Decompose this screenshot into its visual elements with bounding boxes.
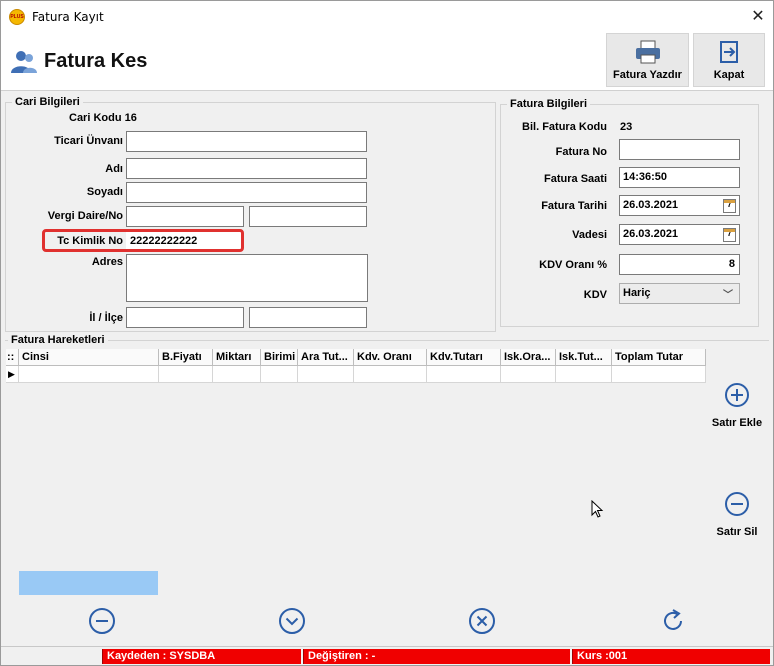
table-cell[interactable] bbox=[354, 366, 427, 383]
vergi-daire-input[interactable] bbox=[126, 206, 244, 227]
column-header[interactable]: Isk.Ora... bbox=[501, 349, 556, 366]
invoice-no-label: Fatura No bbox=[555, 146, 607, 158]
window-title: Fatura Kayıt bbox=[32, 10, 104, 24]
column-header[interactable]: Toplam Tutar bbox=[612, 349, 706, 366]
ticari-unvan-label: Ticari Ünvanı bbox=[54, 135, 123, 147]
adi-label: Adı bbox=[105, 163, 123, 175]
cancel-circle-icon[interactable] bbox=[468, 607, 496, 635]
table-cell[interactable] bbox=[427, 366, 501, 383]
invoice-time-input[interactable]: 14:36:50 bbox=[619, 167, 740, 188]
cari-code-value: 16 bbox=[124, 112, 137, 124]
title-bar: PLUS Fatura Kayıt ✕ bbox=[0, 0, 774, 31]
column-header[interactable]: Kdv. Oranı bbox=[354, 349, 427, 366]
adres-label: Adres bbox=[91, 256, 123, 268]
status-saved-by: Kaydeden : SYSDBA bbox=[102, 649, 301, 664]
remove-row-button[interactable]: Satır Sil bbox=[705, 491, 769, 538]
row-marker: ▶ bbox=[6, 366, 19, 383]
grid-indicator-header: :: bbox=[6, 349, 19, 366]
il-ilce-label: İl / İlçe bbox=[89, 312, 123, 324]
column-header[interactable]: B.Fiyatı bbox=[159, 349, 213, 366]
invoice-code-label: Bil. Fatura Kodu bbox=[522, 121, 607, 133]
print-invoice-label: Fatura Yazdır bbox=[613, 69, 682, 81]
kdv-label: KDV bbox=[583, 289, 607, 301]
table-cell[interactable] bbox=[556, 366, 612, 383]
table-cell[interactable] bbox=[213, 366, 261, 383]
remove-row-label: Satır Sil bbox=[716, 526, 758, 538]
ticari-unvan-input[interactable] bbox=[126, 131, 367, 152]
adi-input[interactable] bbox=[126, 158, 367, 179]
table-cell[interactable] bbox=[261, 366, 298, 383]
chevron-down-icon: ﹀ bbox=[723, 290, 733, 301]
invoice-time-label: Fatura Saati bbox=[544, 173, 607, 185]
table-cell[interactable] bbox=[612, 366, 706, 383]
table-cell[interactable] bbox=[159, 366, 213, 383]
vergi-no-input[interactable] bbox=[249, 206, 367, 227]
chevron-down-circle-icon[interactable] bbox=[278, 607, 306, 635]
vergi-label: Vergi Daire/No bbox=[47, 210, 123, 222]
add-row-label: Satır Ekle bbox=[711, 417, 763, 429]
calendar-icon[interactable]: 7 bbox=[723, 228, 736, 242]
kdv-select-value: Hariç bbox=[623, 287, 651, 299]
invoice-code-value: 23 bbox=[620, 121, 633, 133]
mouse-cursor-icon bbox=[591, 500, 604, 518]
column-header[interactable]: Miktarı bbox=[213, 349, 261, 366]
close-form-button[interactable]: Kapat bbox=[693, 33, 765, 87]
invoice-date-label: Fatura Tarihi bbox=[541, 200, 607, 212]
selection-block bbox=[19, 571, 158, 595]
cari-code-label: Cari Kodu 16 bbox=[69, 112, 137, 124]
status-kurs: Kurs :001 bbox=[572, 649, 770, 664]
app-logo-icon: PLUS bbox=[9, 9, 25, 25]
due-date-input[interactable]: 26.03.2021 7 bbox=[619, 224, 740, 245]
window-close-button[interactable]: ✕ bbox=[745, 4, 771, 28]
close-form-label: Kapat bbox=[713, 69, 745, 81]
column-header[interactable]: Birimi bbox=[261, 349, 298, 366]
invoice-lines-grid[interactable]: :: Cinsi B.Fiyatı Miktarı Birimi Ara Tut… bbox=[6, 349, 708, 386]
print-invoice-button[interactable]: Fatura Yazdır bbox=[606, 33, 689, 87]
users-icon bbox=[11, 51, 37, 73]
invoice-no-input[interactable] bbox=[619, 139, 740, 160]
kdv-select[interactable]: Hariç ﹀ bbox=[619, 283, 740, 304]
calendar-icon[interactable]: 7 bbox=[723, 199, 736, 213]
due-date-label: Vadesi bbox=[572, 229, 607, 241]
column-header[interactable]: Cinsi bbox=[19, 349, 159, 366]
plus-circle-icon bbox=[725, 383, 749, 407]
minus-circle-icon bbox=[725, 492, 749, 516]
table-cell[interactable] bbox=[298, 366, 354, 383]
column-header[interactable]: Ara Tut... bbox=[298, 349, 354, 366]
add-row-button[interactable]: Satır Ekle bbox=[705, 382, 769, 429]
page-title: Fatura Kes bbox=[44, 50, 148, 72]
invoice-info-title: Fatura Bilgileri bbox=[507, 98, 591, 110]
kdv-rate-input[interactable]: 8 bbox=[619, 254, 740, 275]
kdv-rate-label: KDV Oranı % bbox=[539, 259, 607, 271]
invoice-lines-title: Fatura Hareketleri bbox=[8, 334, 108, 346]
refresh-icon[interactable] bbox=[659, 607, 687, 635]
printer-icon bbox=[635, 40, 660, 64]
invoice-date-input[interactable]: 26.03.2021 7 bbox=[619, 195, 740, 216]
table-cell[interactable] bbox=[19, 366, 159, 383]
adres-textarea[interactable] bbox=[126, 254, 368, 302]
minus-circle-icon[interactable] bbox=[88, 607, 116, 635]
table-cell[interactable] bbox=[501, 366, 556, 383]
status-changed-by: Değiştiren : - bbox=[303, 649, 570, 664]
invoice-date-value: 26.03.2021 bbox=[623, 199, 679, 211]
due-date-value: 26.03.2021 bbox=[623, 228, 679, 240]
soyadi-input[interactable] bbox=[126, 182, 367, 203]
exit-door-icon bbox=[720, 41, 738, 63]
column-header[interactable]: Isk.Tut... bbox=[556, 349, 612, 366]
tc-kimlik-highlight bbox=[42, 229, 244, 252]
cari-info-title: Cari Bilgileri bbox=[12, 96, 83, 108]
column-header[interactable]: Kdv.Tutarı bbox=[427, 349, 501, 366]
ilce-input[interactable] bbox=[249, 307, 367, 328]
status-bar: Kaydeden : SYSDBA Değiştiren : - Kurs :0… bbox=[1, 646, 773, 665]
il-input[interactable] bbox=[126, 307, 244, 328]
soyadi-label: Soyadı bbox=[86, 186, 123, 198]
